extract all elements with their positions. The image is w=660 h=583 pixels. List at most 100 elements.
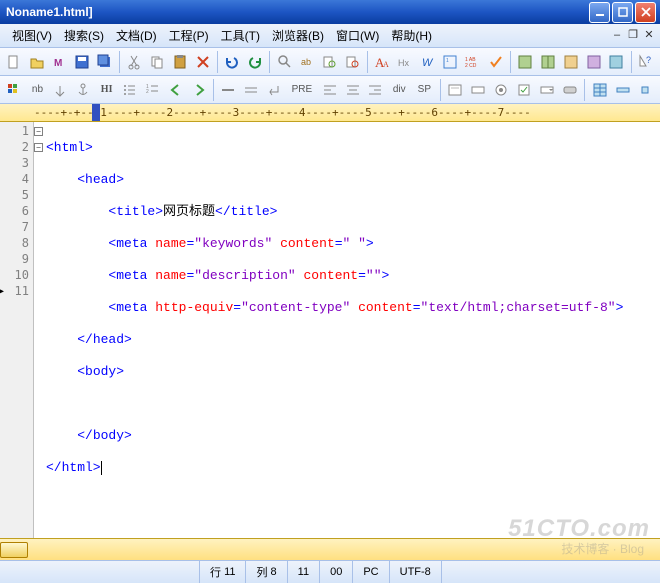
form-icon[interactable] bbox=[445, 79, 466, 101]
anchor-icon[interactable] bbox=[50, 79, 71, 101]
tag: <html> bbox=[46, 140, 93, 155]
numbered-list-icon[interactable]: 12 bbox=[142, 79, 163, 101]
ruler: ----+-+---1----+----2----+----3----+----… bbox=[0, 104, 660, 122]
window2-icon[interactable] bbox=[538, 51, 559, 73]
undo-icon[interactable] bbox=[222, 51, 243, 73]
macro-icon[interactable]: M bbox=[49, 51, 70, 73]
tag: <title> bbox=[108, 204, 163, 219]
nb-button[interactable]: nb bbox=[27, 80, 48, 100]
radio-icon[interactable] bbox=[491, 79, 512, 101]
new-file-icon[interactable] bbox=[4, 51, 25, 73]
tag: <meta bbox=[108, 236, 155, 251]
bookmark-icon[interactable] bbox=[342, 51, 363, 73]
mdi-minimize-icon[interactable]: – bbox=[610, 29, 624, 43]
hex-icon[interactable]: Hx bbox=[395, 51, 416, 73]
window1-icon[interactable] bbox=[515, 51, 536, 73]
menu-window[interactable]: 窗口(W) bbox=[330, 25, 385, 46]
copy-icon[interactable] bbox=[147, 51, 168, 73]
hi-button[interactable]: HI bbox=[96, 80, 118, 100]
cell-icon[interactable] bbox=[635, 79, 656, 101]
hr-icon[interactable] bbox=[218, 79, 239, 101]
menu-project[interactable]: 工程(P) bbox=[163, 25, 215, 46]
tag: > bbox=[382, 268, 390, 283]
window4-icon[interactable] bbox=[583, 51, 604, 73]
paste-icon[interactable] bbox=[170, 51, 191, 73]
checkbox-icon[interactable] bbox=[514, 79, 535, 101]
menu-view[interactable]: 视图(V) bbox=[6, 25, 58, 46]
line-number: 10 bbox=[0, 268, 33, 284]
val: " " bbox=[343, 236, 366, 251]
find-icon[interactable] bbox=[274, 51, 295, 73]
redo-icon[interactable] bbox=[245, 51, 266, 73]
select-icon[interactable] bbox=[537, 79, 558, 101]
menu-tools[interactable]: 工具(T) bbox=[215, 25, 266, 46]
menu-help[interactable]: 帮助(H) bbox=[385, 25, 438, 46]
input-icon[interactable] bbox=[468, 79, 489, 101]
val: "content-type" bbox=[241, 300, 350, 315]
val: "text/html;charset=utf-8" bbox=[421, 300, 616, 315]
svg-text:ab: ab bbox=[301, 57, 311, 67]
table-icon[interactable] bbox=[589, 79, 610, 101]
align-center-icon[interactable] bbox=[342, 79, 363, 101]
menu-search[interactable]: 搜索(S) bbox=[58, 25, 110, 46]
anchor2-icon[interactable] bbox=[73, 79, 94, 101]
status-mode: 00 bbox=[320, 561, 353, 583]
menu-document[interactable]: 文档(D) bbox=[110, 25, 163, 46]
line-number: 1− bbox=[0, 124, 33, 140]
window5-icon[interactable] bbox=[606, 51, 627, 73]
mdi-close-icon[interactable]: ✕ bbox=[642, 29, 656, 43]
menu-browser[interactable]: 浏览器(B) bbox=[266, 25, 330, 46]
line-number: 9 bbox=[0, 252, 33, 268]
empty-line bbox=[46, 396, 660, 412]
ruler-cursor-icon bbox=[92, 104, 100, 122]
open-file-icon[interactable] bbox=[27, 51, 48, 73]
bullet-list-icon[interactable] bbox=[119, 79, 140, 101]
replace-icon[interactable]: ab bbox=[297, 51, 318, 73]
window3-icon[interactable] bbox=[561, 51, 582, 73]
separator bbox=[510, 51, 511, 73]
separator bbox=[269, 51, 270, 73]
line-number: 2− bbox=[0, 140, 33, 156]
separator bbox=[584, 79, 585, 101]
button-icon[interactable] bbox=[559, 79, 580, 101]
title-bar: Noname1.html] bbox=[0, 0, 660, 24]
find-in-files-icon[interactable] bbox=[320, 51, 341, 73]
br-icon[interactable] bbox=[264, 79, 285, 101]
code-editor[interactable]: <html> <head> <title>网页标题</title> <meta … bbox=[34, 122, 660, 538]
save-icon[interactable] bbox=[72, 51, 93, 73]
align-left-icon[interactable] bbox=[319, 79, 340, 101]
text-cursor bbox=[101, 461, 102, 475]
scroll-thumb[interactable] bbox=[0, 542, 28, 558]
close-button[interactable] bbox=[635, 2, 656, 23]
mdi-restore-icon[interactable]: ❐ bbox=[626, 29, 640, 43]
svg-text:A: A bbox=[383, 60, 389, 69]
left-arrow-icon[interactable] bbox=[165, 79, 186, 101]
sp-button[interactable]: SP bbox=[413, 80, 436, 100]
align-right-icon[interactable] bbox=[365, 79, 386, 101]
watermark-sub: 技术博客 · Blog bbox=[561, 540, 644, 557]
line-number-icon[interactable]: 1 bbox=[440, 51, 461, 73]
svg-text:Hx: Hx bbox=[398, 58, 409, 68]
tag: > bbox=[616, 300, 624, 315]
delete-icon[interactable] bbox=[192, 51, 213, 73]
minimize-button[interactable] bbox=[589, 2, 610, 23]
save-all-icon[interactable] bbox=[95, 51, 116, 73]
window-controls bbox=[589, 2, 656, 23]
maximize-button[interactable] bbox=[612, 2, 633, 23]
color1-icon[interactable] bbox=[4, 79, 25, 101]
tag: </html> bbox=[46, 460, 101, 475]
status-empty bbox=[0, 561, 200, 583]
hr2-icon[interactable] bbox=[241, 79, 262, 101]
font-size-icon[interactable]: AA bbox=[372, 51, 393, 73]
pre-button[interactable]: PRE bbox=[287, 80, 318, 100]
help-icon[interactable]: ? bbox=[636, 51, 657, 73]
attr: name bbox=[155, 236, 186, 251]
div-button[interactable]: div bbox=[388, 80, 411, 100]
status-row: 行 11 bbox=[200, 561, 246, 583]
columns-icon[interactable]: 1 AB2 CD bbox=[463, 51, 484, 73]
cut-icon[interactable] bbox=[124, 51, 145, 73]
check-icon[interactable] bbox=[486, 51, 507, 73]
row-icon[interactable] bbox=[612, 79, 633, 101]
wordwrap-icon[interactable]: W bbox=[417, 51, 438, 73]
right-arrow-icon[interactable] bbox=[188, 79, 209, 101]
